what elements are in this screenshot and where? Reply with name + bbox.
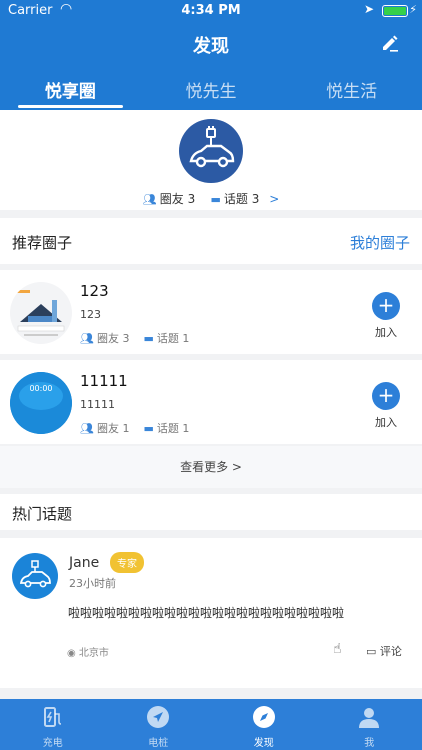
circle-thumbnail: 00:00 [10,372,72,434]
recommend-section-header: 推荐圈子 我的圈子 [0,218,422,264]
join-label[interactable]: 加入 [365,414,407,430]
join-button[interactable]: + [372,382,400,410]
join-button[interactable]: + [372,292,400,320]
user-icon [359,708,380,728]
hero-topics-label: 话题 [223,192,248,206]
circle-avatar [179,119,243,183]
hot-topics-header: 热门话题 [0,494,422,530]
car-plug-icon [189,126,235,168]
top-tabs: 悦享圈 悦先生 悦生活 [0,72,422,110]
circle-thumb-text: 00:00 [29,384,53,393]
circle-desc: 11111 [80,398,115,411]
circle-card[interactable]: 123 123 👥︎ 圈友 3 ▬ 话题 1 + 加入 [0,270,422,354]
circle-members: 圈友 3 [96,332,130,345]
tabbar-item-stations[interactable]: 电桩 [106,699,212,750]
topics-icon: ▬ [143,422,154,435]
car-plug-icon [19,560,51,588]
tabbar-label: 我 [364,738,375,749]
hero-members-label: 圈友 [159,192,184,206]
top-header: Carrier ◠ 4:34 PM ➤ ⚡ 发现 悦享圈 悦先生 悦生活 [0,0,422,110]
status-time: 4:34 PM [181,3,241,18]
compass-icon [252,706,275,728]
members-icon: 👥︎ [142,193,157,206]
battery-icon [382,5,408,17]
tabbar-label: 发现 [253,738,274,749]
charging-station-icon [43,707,61,727]
hero-members-count: 3 [187,192,196,206]
post-text[interactable]: 啦啦啦啦啦啦啦啦啦啦啦啦啦啦啦啦啦啦啦啦啦啦啦 [68,604,344,621]
tabbar-label: 充电 [42,738,63,749]
comment-icon: ▭ [366,645,377,658]
tabbar-label: 电桩 [148,738,169,749]
page-title: 发现 [193,36,229,57]
thumbs-up-icon[interactable]: ☝ [333,641,342,657]
circle-topics: 话题 1 [156,422,190,435]
tabbar-item-charging[interactable]: 充电 [0,699,106,750]
charging-bolt-icon: ⚡ [409,3,417,16]
map-pin-icon: ◉ [67,648,76,659]
circle-card[interactable]: 00:00 11111 11111 👥︎ 圈友 1 ▬ 话题 1 + 加入 [0,360,422,444]
post-location-text: 北京市 [78,648,109,659]
tab-yueshenghuo[interactable]: 悦生活 [281,72,422,110]
topic-post[interactable]: Jane 专家 23小时前 啦啦啦啦啦啦啦啦啦啦啦啦啦啦啦啦啦啦啦啦啦啦啦 ◉ … [0,538,422,688]
expert-badge: 专家 [110,552,144,573]
topics-icon: ▬ [210,193,221,206]
recommend-title: 推荐圈子 [12,234,73,252]
circle-hero[interactable]: 👥︎ 圈友 3 ▬ 话题 3 > [0,110,422,210]
circle-members: 圈友 1 [96,422,130,435]
members-icon: 👥︎ [80,332,94,345]
status-bar: Carrier ◠ 4:34 PM ➤ ⚡ [0,0,422,22]
navigation-icon [147,706,170,728]
tab-yuexiansheng[interactable]: 悦先生 [141,72,282,110]
hero-topics-count: 3 [251,192,260,206]
circle-meta: 👥︎ 圈友 3 ▬ 话题 1 [80,330,189,346]
members-icon: 👥︎ [80,422,94,435]
hero-more-arrow[interactable]: > [269,192,279,206]
location-arrow-icon: ➤ [363,2,374,16]
circle-meta: 👥︎ 圈友 1 ▬ 话题 1 [80,420,189,436]
circle-name: 123 [80,282,109,300]
hot-topics-title: 热门话题 [12,505,73,523]
post-username[interactable]: Jane [69,555,99,571]
post-time: 23小时前 [69,577,116,590]
join-label[interactable]: 加入 [365,324,407,340]
topics-icon: ▬ [143,332,154,345]
my-circles-link[interactable]: 我的圈子 [350,232,410,253]
tabbar-item-me[interactable]: 我 [317,699,422,750]
avatar[interactable] [12,553,58,599]
circle-name: 11111 [80,372,128,390]
comment-button[interactable]: ▭ 评论 [366,643,402,659]
circle-desc: 123 [80,308,101,321]
comment-label: 评论 [379,645,402,658]
bottom-tab-bar: 充电 电桩 发现 我 [0,699,422,750]
edit-icon[interactable] [380,33,400,53]
tabbar-item-discover[interactable]: 发现 [211,699,317,750]
view-more-link[interactable]: 查看更多 > [0,446,422,488]
circle-topics: 话题 1 [156,332,190,345]
post-location: ◉ 北京市 [67,644,109,659]
circle-thumbnail [10,282,72,344]
hero-stats: 👥︎ 圈友 3 ▬ 话题 3 > [0,190,422,207]
tab-yuexiangquan[interactable]: 悦享圈 [0,72,141,110]
